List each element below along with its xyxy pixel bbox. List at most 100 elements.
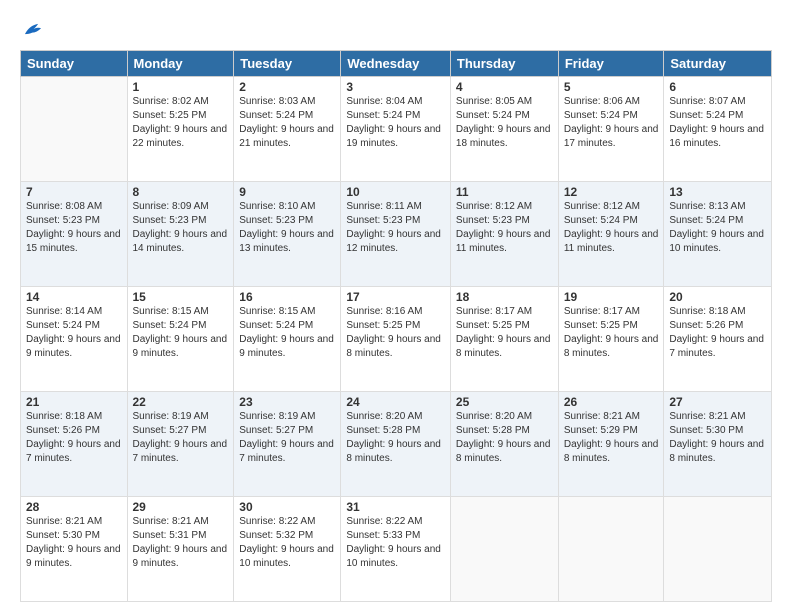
day-number: 24 — [346, 395, 445, 409]
calendar-day-cell: 16Sunrise: 8:15 AMSunset: 5:24 PMDayligh… — [234, 287, 341, 392]
calendar-day-cell: 30Sunrise: 8:22 AMSunset: 5:32 PMDayligh… — [234, 497, 341, 602]
day-number: 27 — [669, 395, 766, 409]
calendar-day-cell: 1Sunrise: 8:02 AMSunset: 5:25 PMDaylight… — [127, 77, 234, 182]
calendar-table: SundayMondayTuesdayWednesdayThursdayFrid… — [20, 50, 772, 602]
calendar-day-cell: 19Sunrise: 8:17 AMSunset: 5:25 PMDayligh… — [558, 287, 664, 392]
day-info: Sunrise: 8:02 AMSunset: 5:25 PMDaylight:… — [133, 95, 229, 151]
calendar-day-cell: 9Sunrise: 8:10 AMSunset: 5:23 PMDaylight… — [234, 182, 341, 287]
calendar-day-cell: 2Sunrise: 8:03 AMSunset: 5:24 PMDaylight… — [234, 77, 341, 182]
logo-bird-icon — [22, 18, 44, 40]
calendar-week-row: 28Sunrise: 8:21 AMSunset: 5:30 PMDayligh… — [21, 497, 772, 602]
day-number: 20 — [669, 290, 766, 304]
day-number: 5 — [564, 80, 659, 94]
header — [20, 18, 772, 40]
day-info: Sunrise: 8:19 AMSunset: 5:27 PMDaylight:… — [133, 410, 229, 466]
calendar-day-cell: 17Sunrise: 8:16 AMSunset: 5:25 PMDayligh… — [341, 287, 451, 392]
day-info: Sunrise: 8:21 AMSunset: 5:30 PMDaylight:… — [26, 515, 122, 571]
weekday-header-monday: Monday — [127, 51, 234, 77]
day-number: 7 — [26, 185, 122, 199]
day-info: Sunrise: 8:21 AMSunset: 5:30 PMDaylight:… — [669, 410, 766, 466]
calendar-day-cell — [558, 497, 664, 602]
day-info: Sunrise: 8:12 AMSunset: 5:23 PMDaylight:… — [456, 200, 553, 256]
calendar-day-cell — [450, 497, 558, 602]
calendar-day-cell: 12Sunrise: 8:12 AMSunset: 5:24 PMDayligh… — [558, 182, 664, 287]
calendar-day-cell: 18Sunrise: 8:17 AMSunset: 5:25 PMDayligh… — [450, 287, 558, 392]
day-info: Sunrise: 8:15 AMSunset: 5:24 PMDaylight:… — [239, 305, 335, 361]
weekday-header-sunday: Sunday — [21, 51, 128, 77]
day-number: 25 — [456, 395, 553, 409]
logo — [20, 18, 44, 40]
day-number: 3 — [346, 80, 445, 94]
calendar-day-cell: 6Sunrise: 8:07 AMSunset: 5:24 PMDaylight… — [664, 77, 772, 182]
day-number: 10 — [346, 185, 445, 199]
day-number: 14 — [26, 290, 122, 304]
day-info: Sunrise: 8:07 AMSunset: 5:24 PMDaylight:… — [669, 95, 766, 151]
day-number: 11 — [456, 185, 553, 199]
day-info: Sunrise: 8:21 AMSunset: 5:29 PMDaylight:… — [564, 410, 659, 466]
calendar-week-row: 14Sunrise: 8:14 AMSunset: 5:24 PMDayligh… — [21, 287, 772, 392]
weekday-header-thursday: Thursday — [450, 51, 558, 77]
day-number: 29 — [133, 500, 229, 514]
weekday-header-tuesday: Tuesday — [234, 51, 341, 77]
calendar-day-cell: 31Sunrise: 8:22 AMSunset: 5:33 PMDayligh… — [341, 497, 451, 602]
day-info: Sunrise: 8:13 AMSunset: 5:24 PMDaylight:… — [669, 200, 766, 256]
day-number: 17 — [346, 290, 445, 304]
calendar-header-row: SundayMondayTuesdayWednesdayThursdayFrid… — [21, 51, 772, 77]
calendar-day-cell: 28Sunrise: 8:21 AMSunset: 5:30 PMDayligh… — [21, 497, 128, 602]
day-number: 23 — [239, 395, 335, 409]
calendar-day-cell: 21Sunrise: 8:18 AMSunset: 5:26 PMDayligh… — [21, 392, 128, 497]
day-number: 13 — [669, 185, 766, 199]
calendar-day-cell: 20Sunrise: 8:18 AMSunset: 5:26 PMDayligh… — [664, 287, 772, 392]
day-info: Sunrise: 8:19 AMSunset: 5:27 PMDaylight:… — [239, 410, 335, 466]
day-info: Sunrise: 8:06 AMSunset: 5:24 PMDaylight:… — [564, 95, 659, 151]
calendar-day-cell: 29Sunrise: 8:21 AMSunset: 5:31 PMDayligh… — [127, 497, 234, 602]
weekday-header-saturday: Saturday — [664, 51, 772, 77]
calendar-day-cell: 25Sunrise: 8:20 AMSunset: 5:28 PMDayligh… — [450, 392, 558, 497]
calendar-day-cell: 24Sunrise: 8:20 AMSunset: 5:28 PMDayligh… — [341, 392, 451, 497]
calendar-day-cell: 23Sunrise: 8:19 AMSunset: 5:27 PMDayligh… — [234, 392, 341, 497]
day-info: Sunrise: 8:05 AMSunset: 5:24 PMDaylight:… — [456, 95, 553, 151]
calendar-week-row: 21Sunrise: 8:18 AMSunset: 5:26 PMDayligh… — [21, 392, 772, 497]
day-number: 30 — [239, 500, 335, 514]
day-info: Sunrise: 8:20 AMSunset: 5:28 PMDaylight:… — [456, 410, 553, 466]
calendar-day-cell: 22Sunrise: 8:19 AMSunset: 5:27 PMDayligh… — [127, 392, 234, 497]
day-info: Sunrise: 8:15 AMSunset: 5:24 PMDaylight:… — [133, 305, 229, 361]
day-info: Sunrise: 8:08 AMSunset: 5:23 PMDaylight:… — [26, 200, 122, 256]
day-number: 9 — [239, 185, 335, 199]
calendar-day-cell: 5Sunrise: 8:06 AMSunset: 5:24 PMDaylight… — [558, 77, 664, 182]
calendar-day-cell: 8Sunrise: 8:09 AMSunset: 5:23 PMDaylight… — [127, 182, 234, 287]
calendar-week-row: 1Sunrise: 8:02 AMSunset: 5:25 PMDaylight… — [21, 77, 772, 182]
calendar-day-cell: 3Sunrise: 8:04 AMSunset: 5:24 PMDaylight… — [341, 77, 451, 182]
day-number: 15 — [133, 290, 229, 304]
day-info: Sunrise: 8:18 AMSunset: 5:26 PMDaylight:… — [26, 410, 122, 466]
day-info: Sunrise: 8:20 AMSunset: 5:28 PMDaylight:… — [346, 410, 445, 466]
calendar-week-row: 7Sunrise: 8:08 AMSunset: 5:23 PMDaylight… — [21, 182, 772, 287]
calendar-day-cell: 14Sunrise: 8:14 AMSunset: 5:24 PMDayligh… — [21, 287, 128, 392]
day-info: Sunrise: 8:10 AMSunset: 5:23 PMDaylight:… — [239, 200, 335, 256]
day-number: 4 — [456, 80, 553, 94]
weekday-header-wednesday: Wednesday — [341, 51, 451, 77]
weekday-header-friday: Friday — [558, 51, 664, 77]
page: SundayMondayTuesdayWednesdayThursdayFrid… — [0, 0, 792, 612]
day-number: 19 — [564, 290, 659, 304]
day-number: 26 — [564, 395, 659, 409]
day-info: Sunrise: 8:09 AMSunset: 5:23 PMDaylight:… — [133, 200, 229, 256]
day-info: Sunrise: 8:18 AMSunset: 5:26 PMDaylight:… — [669, 305, 766, 361]
day-number: 28 — [26, 500, 122, 514]
day-info: Sunrise: 8:11 AMSunset: 5:23 PMDaylight:… — [346, 200, 445, 256]
calendar-day-cell: 26Sunrise: 8:21 AMSunset: 5:29 PMDayligh… — [558, 392, 664, 497]
calendar-day-cell: 27Sunrise: 8:21 AMSunset: 5:30 PMDayligh… — [664, 392, 772, 497]
day-number: 21 — [26, 395, 122, 409]
day-info: Sunrise: 8:22 AMSunset: 5:32 PMDaylight:… — [239, 515, 335, 571]
day-info: Sunrise: 8:21 AMSunset: 5:31 PMDaylight:… — [133, 515, 229, 571]
calendar-day-cell: 13Sunrise: 8:13 AMSunset: 5:24 PMDayligh… — [664, 182, 772, 287]
day-number: 12 — [564, 185, 659, 199]
calendar-day-cell: 7Sunrise: 8:08 AMSunset: 5:23 PMDaylight… — [21, 182, 128, 287]
day-info: Sunrise: 8:17 AMSunset: 5:25 PMDaylight:… — [564, 305, 659, 361]
day-number: 22 — [133, 395, 229, 409]
day-info: Sunrise: 8:22 AMSunset: 5:33 PMDaylight:… — [346, 515, 445, 571]
day-number: 18 — [456, 290, 553, 304]
day-number: 8 — [133, 185, 229, 199]
calendar-day-cell: 10Sunrise: 8:11 AMSunset: 5:23 PMDayligh… — [341, 182, 451, 287]
calendar-day-cell: 15Sunrise: 8:15 AMSunset: 5:24 PMDayligh… — [127, 287, 234, 392]
